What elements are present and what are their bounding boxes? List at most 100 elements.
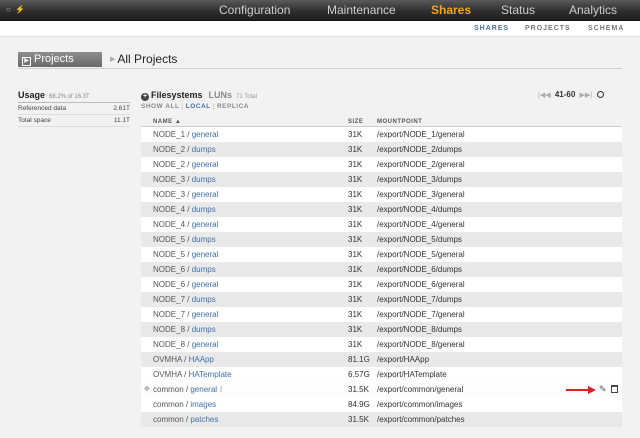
project-name: NODE_7 [153,295,186,304]
share-name-cell: common / images [153,400,217,409]
share-name-cell: OVMHA / HATemplate [153,370,232,379]
pager: |◀◀ 41-60 ▶▶| [538,90,605,99]
table-row[interactable]: common / images 84.9G/export/common/image… [141,397,622,412]
filesystem-link[interactable]: HAApp [189,355,214,364]
size-cell: 31K [348,160,363,169]
table-row[interactable]: NODE_1 / general 31K/export/NODE_1/genera… [141,127,622,142]
project-name: NODE_4 [153,205,186,214]
table-row[interactable]: ✥ common / general I 31.5K/export/common/ge… [141,382,622,397]
subnav-shares[interactable]: SHARES [474,25,509,32]
filesystem-link[interactable]: dumps [192,325,216,334]
first-page-icon[interactable]: |◀◀ [538,92,551,99]
size-cell: 31K [348,340,363,349]
size-cell: 31K [348,130,363,139]
filesystem-link[interactable]: general [192,190,219,199]
filter-replica[interactable]: REPLICA [217,103,249,110]
nav-shares[interactable]: Shares [431,3,471,17]
size-cell: 31K [348,310,363,319]
filesystem-link[interactable]: general [190,385,217,394]
total-count: 71 Total [236,94,257,100]
filesystem-link[interactable]: general [192,160,219,169]
size-cell: 31K [348,250,363,259]
search-icon[interactable] [597,91,605,98]
table-row[interactable]: OVMHA / HATemplate 6.57G/export/HATemplat… [141,367,622,382]
filesystem-link[interactable]: general [192,310,219,319]
filesystem-link[interactable]: dumps [192,205,216,214]
top-nav-bar: ○ ⚡ Configuration Maintenance Shares Sta… [0,0,640,21]
mountpoint-cell: /export/NODE_5/general [377,250,465,259]
mountpoint-cell: /export/NODE_3/general [377,190,465,199]
table-row[interactable]: NODE_4 / dumps 31K/export/NODE_4/dumps [141,202,622,217]
filesystem-link[interactable]: patches [190,415,218,424]
table-row[interactable]: NODE_5 / dumps 31K/export/NODE_5/dumps [141,232,622,247]
filesystem-link[interactable]: general [192,220,219,229]
nav-configuration[interactable]: Configuration [219,3,290,17]
filesystems-table: NAME ▲ SIZE MOUNTPOINT NODE_1 / general 3… [141,117,622,427]
filesystem-link[interactable]: dumps [192,265,216,274]
column-header-name[interactable]: NAME ▲ [153,119,181,125]
table-row[interactable]: NODE_8 / general 31K/export/NODE_8/genera… [141,337,622,352]
trash-icon[interactable] [611,385,618,393]
table-row[interactable]: NODE_6 / general 31K/export/NODE_6/genera… [141,277,622,292]
table-header: NAME ▲ SIZE MOUNTPOINT [141,117,622,127]
project-name: NODE_7 [153,310,186,319]
project-name: NODE_8 [153,340,186,349]
table-row[interactable]: NODE_7 / dumps 31K/export/NODE_7/dumps [141,292,622,307]
filesystem-link[interactable]: dumps [192,235,216,244]
filesystem-link[interactable]: dumps [192,175,216,184]
share-name-cell: NODE_6 / dumps [153,265,216,274]
usage-value: 11.1T [113,117,130,124]
filesystem-link[interactable]: images [190,400,216,409]
filesystem-link[interactable]: general [192,130,219,139]
project-name: NODE_8 [153,325,186,334]
mountpoint-cell: /export/common/patches [377,415,465,424]
expand-icon: ▶ [22,57,31,66]
text-cursor-icon: I [220,385,223,394]
next-page-icon[interactable]: ▶▶| [580,92,593,99]
share-name-cell: NODE_7 / dumps [153,295,216,304]
nav-status[interactable]: Status [501,3,535,17]
column-header-size[interactable]: SIZE [348,119,363,125]
filter-bar: SHOW ALL | LOCAL | REPLICA [141,103,249,110]
table-row[interactable]: NODE_7 / general 31K/export/NODE_7/genera… [141,307,622,322]
mountpoint-cell: /export/NODE_1/general [377,130,465,139]
filesystem-link[interactable]: HATemplate [189,370,232,379]
drag-handle-icon[interactable]: ✥ [144,382,150,397]
share-name-cell: NODE_1 / general [153,130,219,139]
nav-analytics[interactable]: Analytics [569,3,617,17]
filesystem-link[interactable]: dumps [192,145,216,154]
table-row[interactable]: NODE_3 / dumps 31K/export/NODE_3/dumps [141,172,622,187]
table-row[interactable]: OVMHA / HAApp 81.1G/export/HAApp [141,352,622,367]
add-filesystem-icon[interactable]: + [141,93,149,101]
table-row[interactable]: NODE_3 / general 31K/export/NODE_3/genera… [141,187,622,202]
table-row[interactable]: NODE_5 / general 31K/export/NODE_5/genera… [141,247,622,262]
share-name-cell: common / general I [153,385,223,394]
table-row[interactable]: NODE_6 / dumps 31K/export/NODE_6/dumps [141,262,622,277]
filter-show-all[interactable]: SHOW ALL [141,103,179,110]
size-cell: 81.1G [348,355,370,364]
tab-filesystems[interactable]: Filesystems [151,90,203,100]
filter-local[interactable]: LOCAL [186,103,211,110]
table-row[interactable]: NODE_4 / general 31K/export/NODE_4/genera… [141,217,622,232]
table-row[interactable]: NODE_2 / general 31K/export/NODE_2/genera… [141,157,622,172]
column-header-mountpoint[interactable]: MOUNTPOINT [377,119,422,125]
subnav-schema[interactable]: SCHEMA [588,25,624,32]
projects-panel-toggle[interactable]: ▶ Projects [18,52,102,67]
project-name: OVMHA [153,370,182,379]
share-name-cell: OVMHA / HAApp [153,355,214,364]
table-row[interactable]: NODE_2 / dumps 31K/export/NODE_2/dumps [141,142,622,157]
table-row[interactable]: NODE_8 / dumps 31K/export/NODE_8/dumps [141,322,622,337]
filter-separator: | [212,103,215,110]
nav-maintenance[interactable]: Maintenance [327,3,396,17]
share-name-cell: NODE_5 / general [153,250,219,259]
filesystem-link[interactable]: general [192,280,219,289]
filesystem-link[interactable]: dumps [192,295,216,304]
table-row[interactable]: common / patches 31.5K/export/common/patc… [141,412,622,427]
filesystem-link[interactable]: general [192,340,219,349]
subnav-projects[interactable]: PROJECTS [525,25,571,32]
tab-luns[interactable]: LUNs [209,90,233,100]
size-cell: 6.57G [348,370,370,379]
edit-pencil-icon[interactable]: ✎ [599,382,607,397]
mountpoint-cell: /export/NODE_2/dumps [377,145,462,154]
filesystem-link[interactable]: general [192,250,219,259]
